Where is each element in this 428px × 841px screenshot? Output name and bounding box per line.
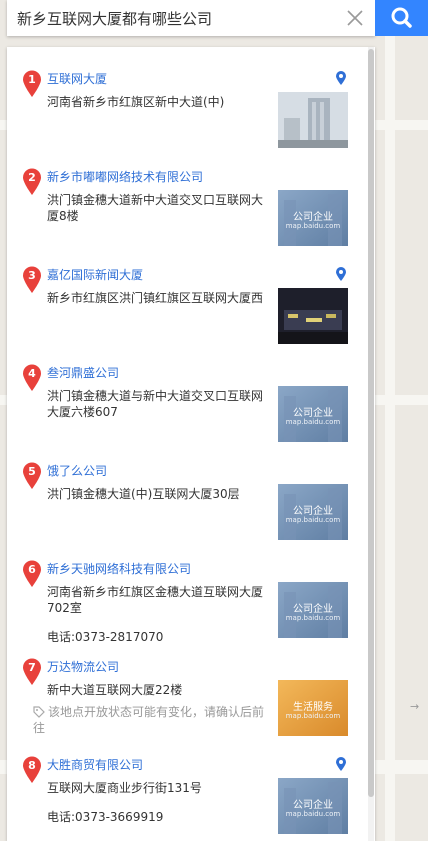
result-thumbnail[interactable]: 公司企业 map.baidu.com — [278, 484, 348, 540]
thumbnail-source: map.baidu.com — [285, 222, 341, 230]
map-pin-icon: 2 — [22, 168, 42, 196]
result-address: 河南省新乡市红旗区新中大道(中) — [47, 95, 225, 109]
map-pin-icon: 3 — [22, 266, 42, 294]
thumbnail-source: map.baidu.com — [285, 516, 341, 524]
result-address: 互联网大厦商业步行街131号 — [47, 781, 202, 795]
map-pin-icon: 4 — [22, 364, 42, 392]
close-icon — [347, 10, 363, 26]
result-item[interactable]: 2 新乡市嘟嘟网络技术有限公司 洪门镇金穗大道新中大道交叉口互联网大厦8楼 公司企业 m… — [7, 168, 367, 266]
result-index: 5 — [28, 465, 36, 478]
thumbnail-label: 公司企业 — [293, 604, 333, 615]
result-address: 河南省新乡市红旗区金穗大道互联网大厦702室 — [47, 585, 264, 615]
map-pin-icon: 6 — [22, 560, 42, 588]
result-title-link[interactable]: 新乡天驰网络科技有限公司 — [47, 560, 191, 577]
map-arrow-icon: → — [410, 700, 420, 713]
result-thumbnail[interactable] — [278, 288, 348, 344]
result-title-link[interactable]: 万达物流公司 — [47, 658, 119, 675]
map-pin-icon: 1 — [22, 70, 42, 98]
result-item[interactable]: 5 饿了么公司 洪门镇金穗大道(中)互联网大厦30层 公司企业 map.baidu.co… — [7, 462, 367, 560]
location-marker-icon[interactable] — [335, 756, 347, 772]
result-thumbnail[interactable]: 公司企业 map.baidu.com — [278, 190, 348, 246]
result-item[interactable]: 3 嘉亿国际新闻大厦新乡市红旗区洪门镇红旗区互联网大厦西 — [7, 266, 367, 364]
result-thumbnail[interactable]: 公司企业 map.baidu.com — [278, 778, 348, 834]
result-title-link[interactable]: 嘉亿国际新闻大厦 — [47, 266, 143, 283]
result-item[interactable]: 1 互联网大厦河南省新乡市红旗区新中大道(中) — [7, 70, 367, 168]
map-pin-icon: 8 — [22, 756, 42, 784]
map-pin-icon: 5 — [22, 462, 42, 490]
result-item[interactable]: 8 大胜商贸有限公司互联网大厦商业步行街131号 电话:0373-3669919 公司… — [7, 756, 367, 841]
thumbnail-source: map.baidu.com — [285, 712, 341, 720]
result-title-link[interactable]: 叁河鼎盛公司 — [47, 364, 119, 381]
result-index: 7 — [28, 661, 36, 674]
result-address: 洪门镇金穗大道新中大道交叉口互联网大厦8楼 — [47, 193, 264, 223]
thumbnail-source: map.baidu.com — [285, 418, 341, 426]
status-note-text: 该地点开放状态可能有变化，请确认后前往 — [33, 705, 265, 735]
thumbnail-label: 公司企业 — [293, 408, 333, 419]
thumbnail-label: 公司企业 — [293, 800, 333, 811]
search-box — [7, 0, 375, 36]
result-thumbnail[interactable]: 公司企业 map.baidu.com — [278, 582, 348, 638]
result-phone: 电话:0373-2817070 — [47, 630, 164, 644]
result-index: 6 — [28, 563, 36, 576]
map-pin-icon: 7 — [22, 658, 42, 686]
result-address: 洪门镇金穗大道与新中大道交叉口互联网大厦六楼607 — [47, 389, 264, 419]
result-phone: 电话:0373-3669919 — [47, 810, 164, 824]
result-index: 4 — [28, 367, 36, 380]
result-index: 1 — [28, 73, 36, 86]
result-thumbnail[interactable]: 公司企业 map.baidu.com — [278, 386, 348, 442]
result-index: 3 — [28, 269, 36, 282]
scrollbar-thumb[interactable] — [368, 49, 374, 797]
result-thumbnail[interactable]: 生活服务 map.baidu.com — [278, 680, 348, 736]
clear-button[interactable] — [343, 6, 367, 30]
search-input[interactable] — [17, 7, 337, 29]
search-button[interactable] — [375, 0, 428, 36]
tag-icon — [33, 706, 45, 718]
result-index: 2 — [28, 171, 36, 184]
result-item[interactable]: 7 万达物流公司 新中大道互联网大厦22楼 该地点开放状态可能有变化，请确认后前往 生活… — [7, 658, 367, 756]
result-title-link[interactable]: 互联网大厦 — [47, 70, 107, 87]
result-title-link[interactable]: 饿了么公司 — [47, 462, 107, 479]
location-marker-icon[interactable] — [335, 70, 347, 86]
result-address: 新乡市红旗区洪门镇红旗区互联网大厦西 — [47, 291, 264, 305]
thumbnail-label: 公司企业 — [293, 212, 333, 223]
thumbnail-source: map.baidu.com — [285, 810, 341, 818]
result-address: 洪门镇金穗大道(中)互联网大厦30层 — [47, 487, 240, 501]
search-icon — [391, 7, 412, 28]
result-index: 8 — [28, 759, 36, 772]
result-item[interactable]: 6 新乡天驰网络科技有限公司河南省新乡市红旗区金穗大道互联网大厦702室电话:03… — [7, 560, 367, 658]
results-panel: 1 互联网大厦河南省新乡市红旗区新中大道(中) 2 新乡市嘟嘟网络技术有限公司洪门镇金… — [7, 47, 375, 841]
status-note: 该地点开放状态可能有变化，请确认后前往 — [33, 704, 273, 736]
result-thumbnail[interactable] — [278, 92, 348, 148]
thumbnail-label: 公司企业 — [293, 506, 333, 517]
result-title-link[interactable]: 大胜商贸有限公司 — [47, 756, 143, 773]
result-item[interactable]: 4 叁河鼎盛公司洪门镇金穗大道与新中大道交叉口互联网大厦六楼607 公司企业 map.… — [7, 364, 367, 462]
location-marker-icon[interactable] — [335, 266, 347, 282]
thumbnail-source: map.baidu.com — [285, 614, 341, 622]
thumbnail-label: 生活服务 — [293, 702, 333, 713]
result-title-link[interactable]: 新乡市嘟嘟网络技术有限公司 — [47, 168, 203, 185]
result-address: 新中大道互联网大厦22楼 — [47, 683, 183, 697]
